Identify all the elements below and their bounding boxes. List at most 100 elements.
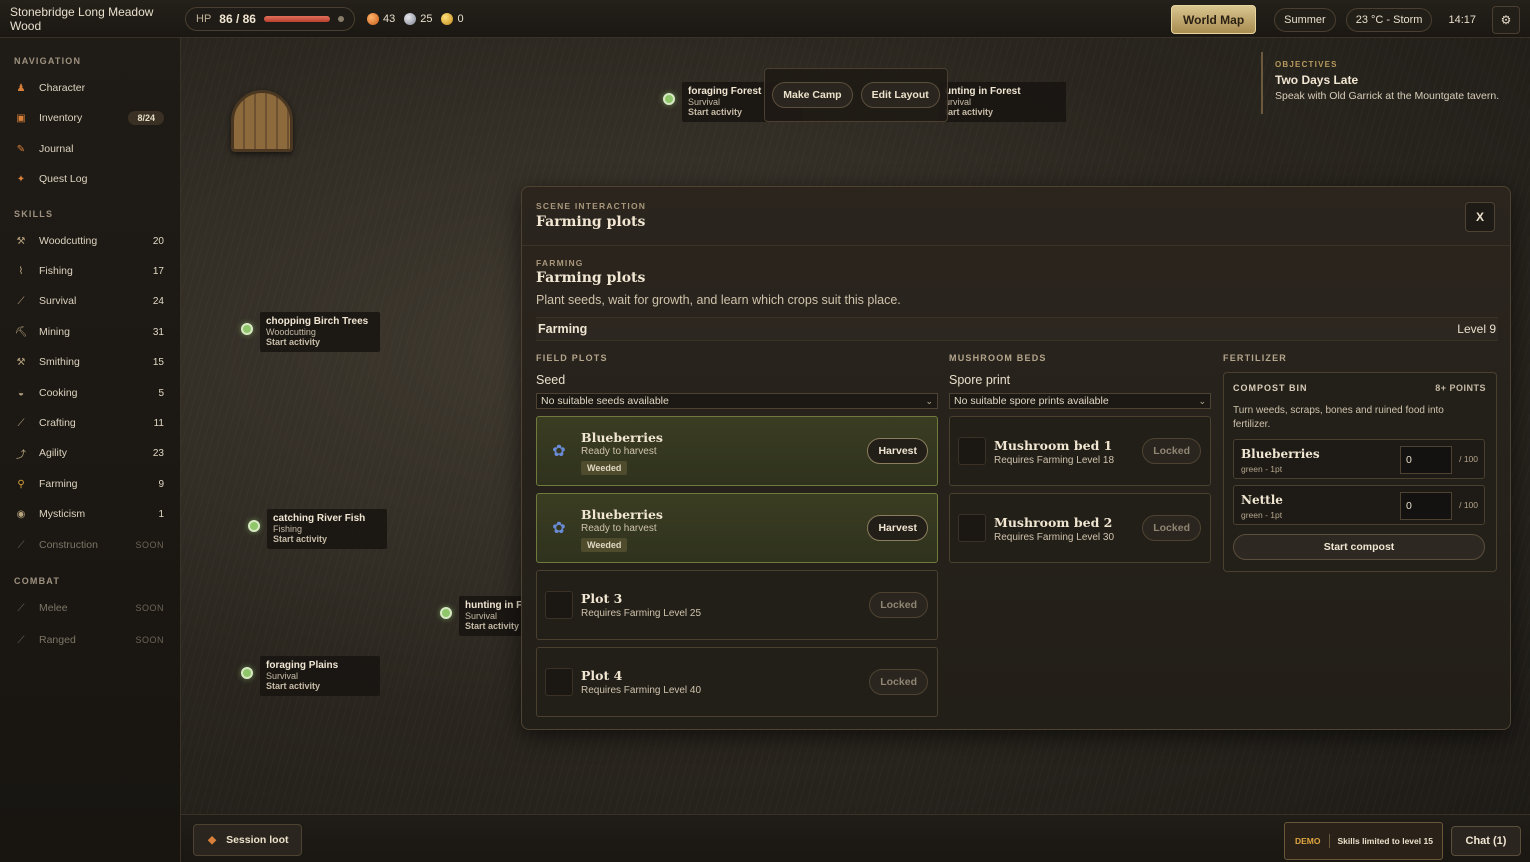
backpack-icon: ▣	[16, 112, 26, 124]
sidebar-item-label: Ranged	[39, 634, 76, 646]
door-icon[interactable]	[231, 90, 293, 152]
empty-plot-icon	[545, 591, 573, 619]
blueberry-icon: ✿	[552, 443, 566, 460]
pot-icon: ◒	[17, 387, 25, 399]
sidebar: NAVIGATION ♟ Character ▣ Inventory 8/24 …	[0, 38, 181, 862]
bottom-bar: ◆ Session loot DEMO Skills limited to le…	[181, 814, 1530, 862]
skill-level: 17	[152, 265, 164, 277]
sidebar-item-inventory[interactable]: ▣ Inventory 8/24	[14, 108, 164, 128]
activity-catching-fish[interactable]: catching River Fish Fishing Start activi…	[248, 509, 387, 549]
activity-hunting-f[interactable]: hunting in F Survival Start activity	[440, 596, 529, 636]
bed-status: Requires Farming Level 30	[994, 532, 1115, 543]
bed-name: Mushroom bed 2	[994, 515, 1113, 530]
skills-title: SKILLS	[14, 209, 54, 219]
objectives-title: OBJECTIVES	[1275, 60, 1338, 69]
compost-bin-title: COMPOST BIN	[1233, 383, 1308, 393]
skill-level: 9	[158, 478, 164, 490]
seed-select[interactable]: No suitable seeds available ⌄	[536, 393, 938, 409]
locked-button: Locked	[1142, 438, 1201, 464]
activity-marker-icon[interactable]	[440, 607, 452, 619]
sidebar-item-character[interactable]: ♟ Character	[14, 78, 164, 98]
activity-hunting-forest[interactable]: unting in Forest urvival tart activity	[939, 82, 1066, 122]
session-loot-button[interactable]: ◆ Session loot	[193, 824, 302, 856]
activity-card[interactable]: hunting in F Survival Start activity	[459, 596, 529, 636]
compost-quantity-input[interactable]	[1400, 446, 1452, 474]
activity-skill: Survival	[465, 611, 498, 621]
objectives-panel: OBJECTIVES Two Days Late Speak with Old …	[1261, 52, 1521, 114]
activity-marker-icon[interactable]	[663, 93, 675, 105]
spore-print-select[interactable]: No suitable spore prints available ⌄	[949, 393, 1211, 409]
hp-bar	[263, 15, 330, 22]
sidebar-item-label: Cooking	[39, 387, 78, 399]
sidebar-item-cooking[interactable]: ◒ Cooking 5	[14, 383, 164, 403]
hp-label: HP	[196, 12, 212, 25]
activity-chopping-birch[interactable]: chopping Birch Trees Woodcutting Start a…	[241, 312, 380, 352]
compost-item-sub: green - 1pt	[1241, 510, 1283, 520]
plot-status: Requires Farming Level 40	[581, 685, 702, 696]
skill-level: Level 9	[1457, 322, 1496, 336]
activity-start-link[interactable]: Start activity	[266, 681, 374, 691]
bed-status: Requires Farming Level 18	[994, 455, 1115, 466]
activity-card[interactable]: foraging Plains Survival Start activity	[260, 656, 380, 696]
skill-level: 23	[152, 447, 164, 459]
activity-card[interactable]: chopping Birch Trees Woodcutting Start a…	[260, 312, 380, 352]
inventory-count-badge: 8/24	[128, 111, 164, 125]
weeded-tag: Weeded	[581, 461, 628, 475]
harvest-button[interactable]: Harvest	[867, 515, 928, 541]
plot-card: ✿ Blueberries Ready to harvest Weeded Ha…	[536, 493, 938, 563]
character-icon: ♟	[16, 82, 26, 94]
sidebar-item-mining[interactable]: ⛏ Mining 31	[14, 322, 164, 342]
activity-marker-icon[interactable]	[241, 667, 253, 679]
sidebar-item-farming[interactable]: ⚲ Farming 9	[14, 474, 164, 494]
seed-select-value: No suitable seeds available	[541, 395, 669, 407]
sidebar-item-smithing[interactable]: ⚒ Smithing 15	[14, 352, 164, 372]
chat-button[interactable]: Chat (1)	[1451, 826, 1521, 856]
combat-title: COMBAT	[14, 576, 61, 586]
compost-quantity-input[interactable]	[1400, 492, 1452, 520]
close-button[interactable]: X	[1465, 202, 1495, 232]
settings-button[interactable]: ⚙	[1492, 5, 1520, 34]
activity-skill: Fishing	[273, 524, 303, 534]
skill-level-bar: Farming Level 9	[536, 317, 1498, 341]
activity-card[interactable]: catching River Fish Fishing Start activi…	[267, 509, 387, 549]
blueberry-icon: ✿	[552, 520, 566, 537]
activity-marker-icon[interactable]	[241, 323, 253, 335]
world-map-button[interactable]: World Map	[1171, 5, 1257, 34]
chevron-down-icon: ⌄	[925, 395, 933, 406]
sidebar-item-journal[interactable]: ✎ Journal	[14, 139, 164, 159]
silver-amount: 25	[420, 12, 433, 25]
edit-layout-button[interactable]: Edit Layout	[860, 82, 940, 108]
activity-start-link[interactable]: Start activity	[273, 534, 381, 544]
activity-foraging-plains[interactable]: foraging Plains Survival Start activity	[241, 656, 380, 696]
compost-item-max: / 100	[1459, 500, 1478, 510]
copper-amount: 43	[382, 12, 396, 25]
activity-start-link[interactable]: tart activity	[945, 107, 1060, 117]
sidebar-item-fishing[interactable]: ⌇ Fishing 17	[14, 261, 164, 281]
panel-kicker: SCENE INTERACTION	[536, 201, 647, 211]
start-compost-button[interactable]: Start compost	[1233, 534, 1485, 560]
sidebar-item-crafting[interactable]: ⟋ Crafting 11	[14, 413, 165, 433]
sidebar-item-quest-log[interactable]: ✦ Quest Log	[14, 169, 164, 189]
fertilizer-heading: FERTILIZER	[1223, 353, 1287, 363]
weeded-tag: Weeded	[581, 538, 628, 552]
objective-description: Speak with Old Garrick at the Mountgate …	[1275, 90, 1500, 102]
hp-bar-fill	[263, 15, 330, 22]
demo-note: Skills limited to level 15	[1337, 836, 1433, 846]
hp-value: 86 / 86	[219, 11, 256, 26]
skill-level: 15	[152, 356, 164, 368]
activity-start-link[interactable]: Start activity	[266, 337, 374, 347]
sidebar-item-agility[interactable]: ⤴ Agility 23	[14, 443, 164, 463]
sidebar-item-mysticism[interactable]: ◉ Mysticism 1	[14, 504, 164, 524]
mushroom-beds-heading: MUSHROOM BEDS	[949, 353, 1047, 363]
make-camp-button[interactable]: Make Camp	[772, 82, 853, 108]
activity-start-link[interactable]: Start activity	[465, 621, 523, 631]
boot-icon: ⤴	[16, 449, 26, 461]
seed-label: Seed	[536, 373, 566, 387]
plot-status: Ready to harvest	[581, 446, 657, 457]
plot-name: Plot 3	[581, 591, 623, 606]
sidebar-item-survival[interactable]: ⟋ Survival 24	[14, 291, 165, 311]
sidebar-item-woodcutting[interactable]: ⚒ Woodcutting 20	[14, 231, 164, 251]
bed-name: Mushroom bed 1	[994, 438, 1113, 453]
activity-marker-icon[interactable]	[248, 520, 260, 532]
harvest-button[interactable]: Harvest	[867, 438, 928, 464]
